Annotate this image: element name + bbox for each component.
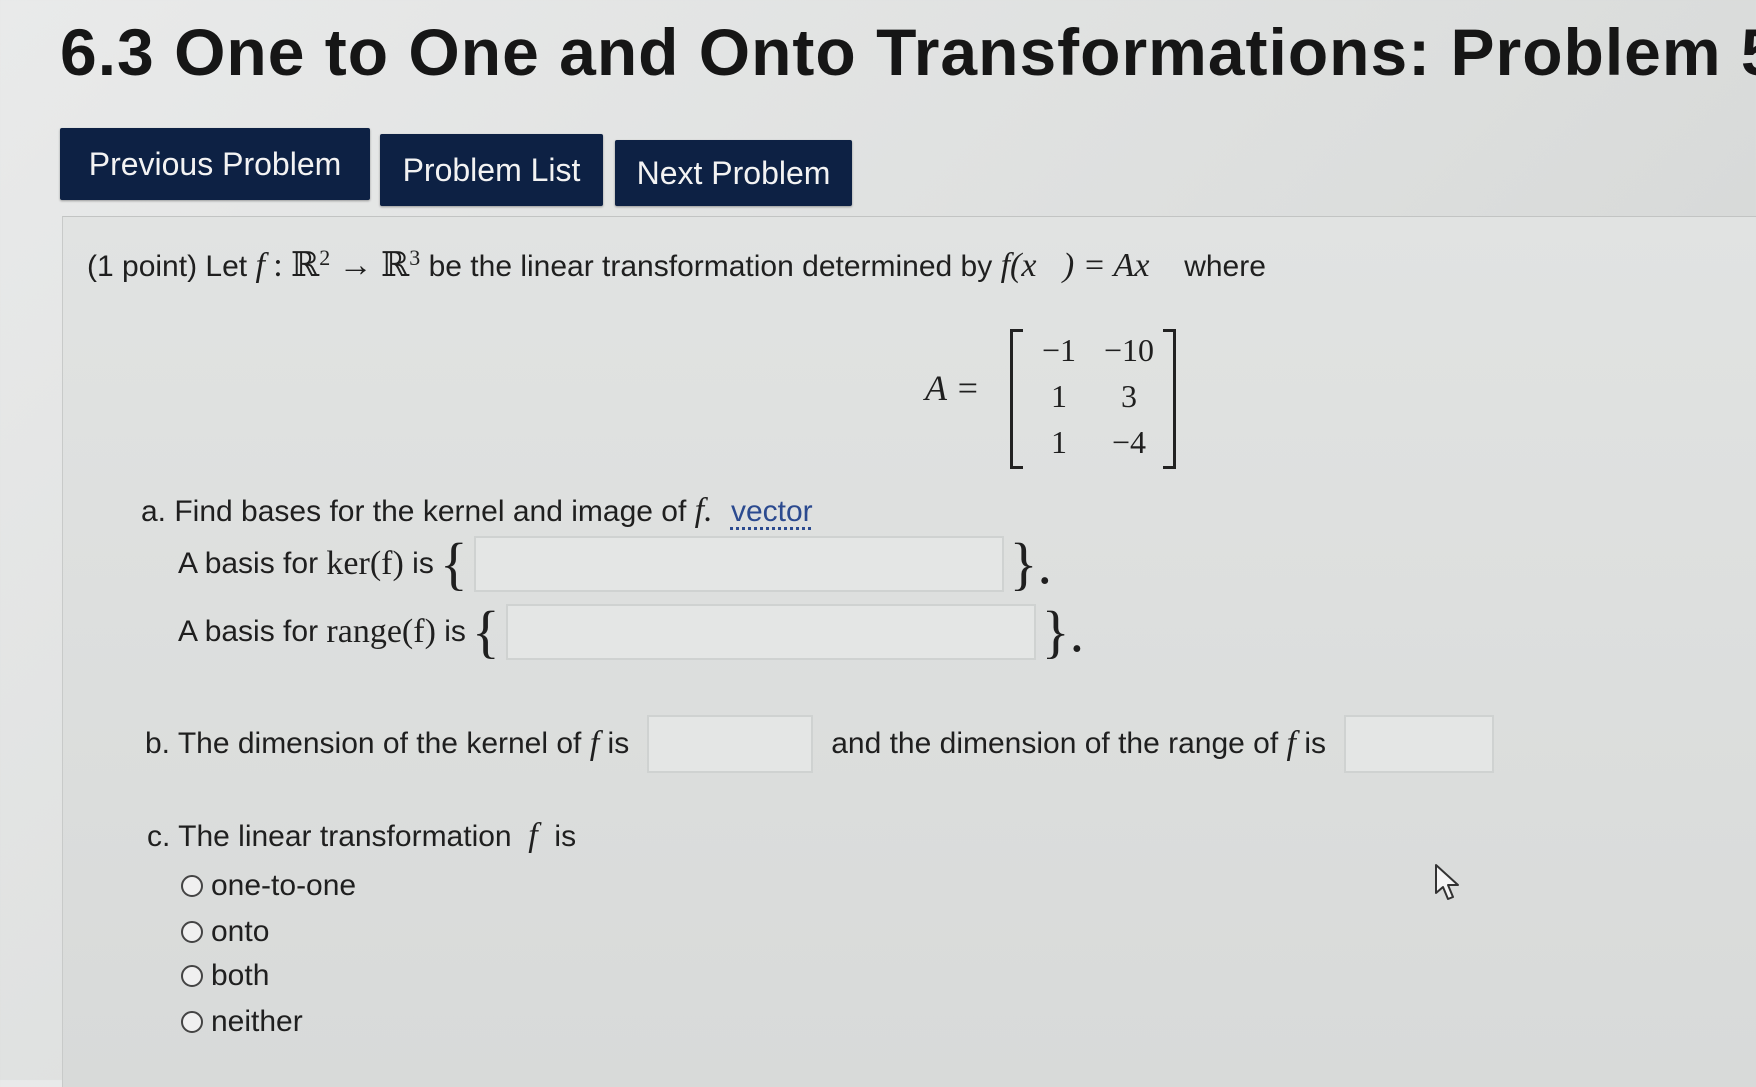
matrix-cell: −1	[1041, 331, 1077, 368]
page: 6.3 One to One and Onto Transformations:…	[0, 0, 1756, 1087]
range-suffix: is	[444, 615, 466, 648]
domain-symbol: ℝ	[291, 247, 320, 284]
kernel-suffix: is	[412, 547, 434, 580]
matrix-grid: −1 −10 1 3 1 −4	[1024, 327, 1164, 465]
codomain-symbol: ℝ	[380, 247, 410, 284]
problem-list-button[interactable]: Problem List	[380, 134, 603, 206]
matrix-cell: 3	[1121, 377, 1137, 414]
part-b-f2: f	[1286, 725, 1296, 762]
part-c-text: c. The linear transformation	[147, 820, 512, 853]
part-a-text: a. Find bases for the kernel and image o…	[141, 495, 687, 528]
matrix-cell: 1	[1051, 423, 1067, 460]
matrix-label: A =	[925, 368, 980, 408]
part-c-f: f	[528, 817, 538, 854]
part-b-is2: is	[1304, 727, 1326, 760]
determined-by-text: be the linear transformation determined …	[428, 250, 993, 283]
radio-onto[interactable]	[181, 921, 203, 943]
option-onto[interactable]: onto	[181, 915, 269, 949]
mouse-cursor-icon	[1435, 864, 1459, 900]
close-brace: }.	[1009, 531, 1053, 596]
range-dimension-input[interactable]	[1344, 715, 1494, 773]
part-b-row: b. The dimension of the kernel of f is a…	[145, 715, 1512, 773]
range-basis-input[interactable]	[505, 604, 1036, 660]
range-math: range(f)	[326, 613, 436, 650]
option-both[interactable]: both	[181, 959, 269, 993]
part-a-f: f.	[694, 492, 713, 529]
part-b-middle: and the dimension of the range of	[831, 727, 1279, 760]
part-b-is1: is	[607, 727, 630, 760]
kernel-prefix: A basis for	[178, 547, 319, 580]
option-label: one-to-one	[211, 869, 357, 902]
arrow: →	[338, 247, 373, 284]
matrix-A: −1 −10 1 3 1 −4	[1010, 327, 1176, 469]
option-label: both	[211, 959, 270, 992]
range-prefix: A basis for	[178, 615, 319, 648]
kernel-dimension-input[interactable]	[647, 715, 814, 773]
problem-statement: (1 point) Let f : ℝ2 → ℝ3 be the linear …	[87, 245, 1266, 285]
left-bracket	[1010, 329, 1023, 469]
option-label: onto	[211, 915, 270, 948]
vector-help-link[interactable]: vector	[731, 495, 813, 528]
function-f: f	[255, 247, 265, 284]
domain-exponent: 2	[319, 245, 331, 270]
kernel-basis-row: A basis for ker(f) is { }.	[178, 535, 1058, 593]
colon: :	[273, 247, 283, 284]
part-b-f1: f	[589, 725, 600, 762]
option-neither[interactable]: neither	[181, 1005, 303, 1039]
option-one-to-one[interactable]: one-to-one	[181, 869, 356, 903]
range-basis-row: A basis for range(f) is { }.	[178, 603, 1090, 661]
where-text: where	[1184, 250, 1266, 283]
kernel-math: ker(f)	[326, 545, 404, 582]
radio-both[interactable]	[181, 965, 203, 987]
close-brace: }.	[1041, 599, 1085, 664]
option-label: neither	[211, 1005, 303, 1038]
codomain-exponent: 3	[409, 245, 421, 270]
radio-neither[interactable]	[181, 1011, 203, 1033]
page-title: 6.3 One to One and Onto Transformations:…	[60, 15, 1756, 89]
part-b-prefix: b. The dimension of the kernel of	[145, 727, 582, 760]
part-a-prompt: a. Find bases for the kernel and image o…	[141, 492, 813, 530]
open-brace: {	[471, 599, 500, 664]
formula: f(x⃗) = Ax⃗	[1000, 247, 1176, 284]
matrix-cell: −4	[1111, 423, 1147, 460]
kernel-basis-input[interactable]	[473, 536, 1004, 592]
matrix-cell: 1	[1051, 377, 1067, 414]
matrix-cell: −10	[1103, 331, 1155, 368]
points-label: (1 point) Let	[87, 250, 248, 283]
part-c-prompt: c. The linear transformation f is	[147, 817, 576, 855]
right-bracket	[1163, 329, 1176, 469]
previous-problem-button[interactable]: Previous Problem	[60, 128, 370, 200]
next-problem-button[interactable]: Next Problem	[615, 140, 852, 206]
part-c-is: is	[554, 820, 577, 853]
radio-one-to-one[interactable]	[181, 875, 203, 897]
problem-body: (1 point) Let f : ℝ2 → ℝ3 be the linear …	[62, 216, 1756, 1087]
open-brace: {	[439, 531, 468, 596]
